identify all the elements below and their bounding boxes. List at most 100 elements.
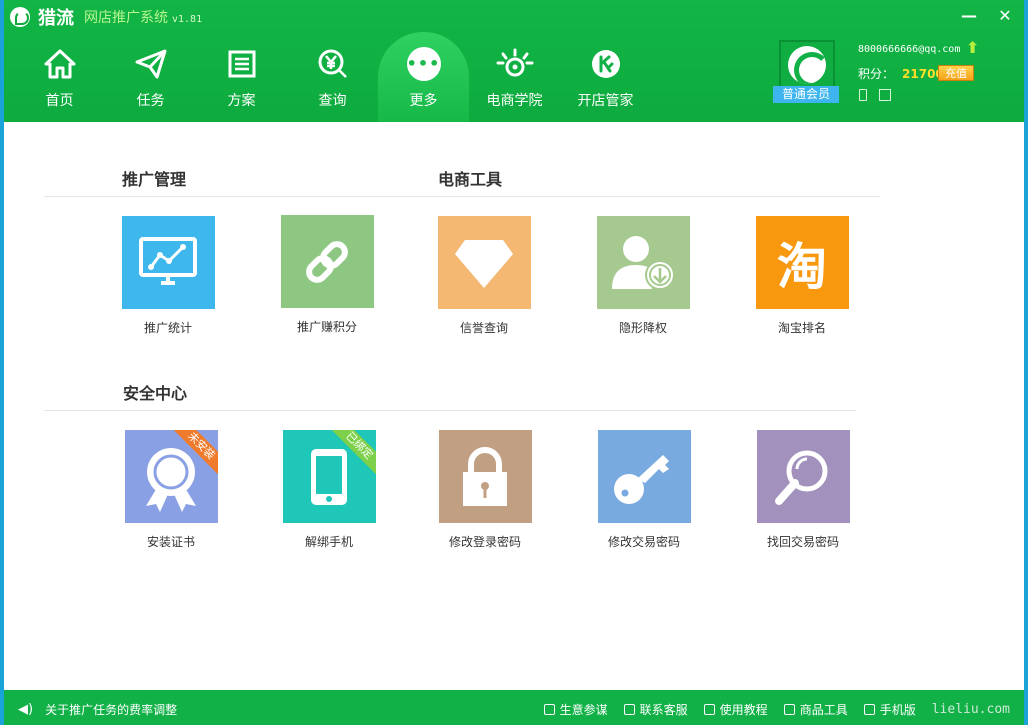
recharge-button[interactable]: 充值	[938, 65, 974, 81]
monitor-chart-icon	[139, 236, 197, 285]
tool-icon-box	[121, 216, 215, 309]
points-label: 积分：	[858, 67, 895, 81]
link-label: 商品工具	[799, 703, 848, 717]
tool-label: 修改交易密码	[607, 535, 680, 549]
nav-label: 任务	[136, 93, 165, 109]
link-contact-support[interactable]: 联系客服	[623, 701, 688, 718]
mobile-icon	[863, 704, 875, 715]
top-bar: 猎流 网店推广系统 v1.81 — ✕ 首页 任务 方案 查询 ••• 更多 电…	[0, 0, 1028, 122]
divider	[44, 196, 880, 197]
compass-icon	[543, 704, 555, 715]
tool-taobao-rank[interactable]: 淘 淘宝排名	[722, 216, 882, 336]
link-business-advisor[interactable]: 生意参谋	[543, 701, 608, 718]
nav-item-home[interactable]: 首页	[14, 32, 105, 122]
tool-label: 隐形降权	[618, 321, 667, 335]
taobao-icon: 淘	[777, 237, 827, 296]
footer-links: 生意参谋 联系客服 使用教程 商品工具 手机版 lieliu.com	[543, 701, 1010, 718]
section-title-ecom: 电商工具	[438, 170, 503, 189]
home-icon	[40, 44, 80, 84]
link-label: 手机版	[879, 703, 916, 717]
chat-icon	[623, 704, 635, 715]
nav-label: 更多	[409, 93, 438, 109]
academy-icon	[495, 44, 535, 84]
nav-label: 方案	[227, 93, 256, 109]
notice[interactable]: ◀) 关于推广任务的费率调整	[18, 701, 177, 718]
section-title-security: 安全中心	[123, 384, 188, 403]
status-bar: ◀) 关于推广任务的费率调整 生意参谋 联系客服 使用教程 商品工具 手机版 l…	[0, 690, 1028, 725]
app-brand: 猎流	[38, 8, 74, 29]
magnifier-icon	[775, 450, 828, 505]
app-subtitle: 网店推广系统	[84, 10, 168, 26]
section-title-promo: 推广管理	[122, 170, 187, 189]
tool-icon-box: 淘	[755, 216, 849, 309]
link-product-tools[interactable]: 商品工具	[783, 701, 848, 718]
link-label: 生意参谋	[559, 703, 608, 717]
tool-promo-earn-points[interactable]: 推广赚积分	[247, 215, 407, 335]
link-tutorial[interactable]: 使用教程	[703, 701, 768, 718]
certificate-icon	[146, 447, 196, 512]
shop-manager-icon	[586, 44, 626, 84]
minimize-button[interactable]: —	[960, 6, 978, 25]
list-icon	[222, 44, 262, 84]
security-change-login-password[interactable]: 修改登录密码	[405, 430, 565, 550]
tool-icon-box	[756, 430, 850, 523]
nav-item-shop-manager[interactable]: 开店管家	[560, 32, 651, 122]
points-display: 积分： 21700	[858, 65, 944, 82]
tool-label: 解绑手机	[304, 535, 353, 549]
tool-label: 信誉查询	[459, 321, 508, 335]
diamond-icon	[455, 239, 513, 288]
site-url[interactable]: lieliu.com	[932, 702, 1010, 717]
nav-item-plan[interactable]: 方案	[196, 32, 287, 122]
nav-item-query[interactable]: 查询	[287, 32, 378, 122]
tool-icon-box	[437, 216, 531, 309]
mobile-icon[interactable]	[859, 89, 867, 101]
security-install-cert[interactable]: 未安装 安装证书	[91, 430, 251, 550]
tool-icon-box	[596, 216, 690, 309]
tool-label: 推广统计	[143, 321, 192, 335]
nav-label: 电商学院	[486, 93, 543, 109]
upgrade-arrow-icon[interactable]: ⬆	[966, 38, 979, 57]
tool-icon-box: 未安装	[124, 430, 218, 523]
lock-icon	[463, 446, 507, 506]
yen-search-icon	[313, 44, 353, 84]
phone-icon	[311, 448, 347, 505]
more-icon: •••	[404, 44, 444, 84]
title-bar: 猎流 网店推广系统 v1.81	[10, 6, 202, 29]
close-button[interactable]: ✕	[996, 6, 1014, 25]
mail-icon[interactable]	[879, 89, 891, 101]
window-controls: — ✕	[960, 6, 1014, 25]
tool-label: 安装证书	[146, 535, 195, 549]
main-nav: 首页 任务 方案 查询 ••• 更多 电商学院 开店管家	[14, 32, 651, 122]
member-level-badge[interactable]: 普通会员	[773, 86, 839, 103]
tool-icon-box	[280, 215, 374, 308]
tool-credit-query[interactable]: 信誉查询	[404, 216, 564, 336]
tool-promo-stats[interactable]: 推广统计	[88, 216, 248, 336]
security-change-trade-password[interactable]: 修改交易密码	[564, 430, 724, 550]
app-logo-icon	[10, 7, 30, 27]
user-email: 8000666666@qq.com	[858, 44, 961, 55]
window-border-right	[1024, 0, 1028, 725]
nav-item-task[interactable]: 任务	[105, 32, 196, 122]
app-window: 猎流 网店推广系统 v1.81 — ✕ 首页 任务 方案 查询 ••• 更多 电…	[0, 0, 1028, 725]
security-recover-trade-password[interactable]: 找回交易密码	[723, 430, 883, 550]
tool-icon-box	[597, 430, 691, 523]
link-mobile-version[interactable]: 手机版	[863, 701, 916, 718]
nav-item-academy[interactable]: 电商学院	[469, 32, 560, 122]
book-icon	[703, 704, 715, 715]
toolbox-icon	[783, 704, 795, 715]
content-area: 推广管理 电商工具 推广统计 推广赚积分 信誉查询 隐形降权 淘 淘宝排名 安全…	[4, 122, 1024, 690]
nav-label: 开店管家	[577, 93, 634, 109]
tool-label: 推广赚积分	[296, 320, 357, 334]
security-unbind-phone[interactable]: 已绑定 解绑手机	[249, 430, 409, 550]
nav-item-more[interactable]: ••• 更多	[378, 32, 469, 122]
speaker-icon: ◀)	[18, 702, 34, 717]
tool-hidden-demotion[interactable]: 隐形降权	[563, 216, 723, 336]
window-border-left	[0, 0, 4, 725]
tool-icon-box	[438, 430, 532, 523]
avatar[interactable]	[779, 40, 835, 90]
link-icon	[306, 240, 348, 283]
tool-label: 找回交易密码	[766, 535, 839, 549]
divider	[44, 410, 856, 411]
notice-text[interactable]: 关于推广任务的费率调整	[45, 701, 177, 718]
user-download-icon	[612, 235, 675, 290]
